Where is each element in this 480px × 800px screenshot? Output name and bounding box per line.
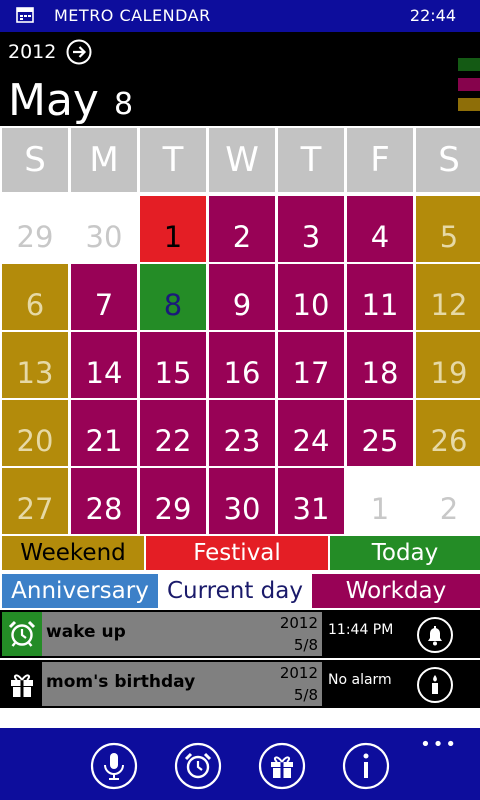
gift-icon bbox=[11, 674, 33, 697]
day-cell[interactable]: 31 bbox=[278, 468, 344, 534]
day-cell[interactable]: 28 bbox=[71, 468, 137, 534]
day-cell[interactable]: 4 bbox=[347, 196, 413, 262]
legend-workday: Workday bbox=[312, 574, 480, 608]
day-cell[interactable]: 12 bbox=[416, 264, 480, 330]
status-bar: METRO CALENDAR 22:44 bbox=[0, 0, 480, 32]
clock: 22:44 bbox=[409, 6, 456, 25]
calendar-app-icon bbox=[16, 7, 34, 23]
legend-anniversary: Anniversary bbox=[2, 574, 158, 608]
day-cell[interactable]: 26 bbox=[416, 400, 480, 466]
legend-swatch-workday bbox=[458, 78, 480, 91]
year-label: 2012 bbox=[8, 41, 57, 63]
day-cell[interactable]: 16 bbox=[209, 332, 275, 398]
day-cell[interactable]: 15 bbox=[140, 332, 206, 398]
day-cell[interactable]: 2 bbox=[209, 196, 275, 262]
day-cell[interactable]: 24 bbox=[278, 400, 344, 466]
legend-swatch-today bbox=[458, 58, 480, 71]
event-alarm-time: 11:44 PM bbox=[328, 622, 394, 638]
event-alarm-status: No alarm bbox=[328, 672, 392, 688]
legend-current-day: Current day bbox=[160, 574, 310, 608]
month-label: May bbox=[8, 75, 99, 126]
microphone-icon[interactable] bbox=[90, 742, 138, 790]
day-cell[interactable]: 29 bbox=[2, 196, 68, 262]
day-cell[interactable]: 1 bbox=[140, 196, 206, 262]
more-options-icon[interactable]: ••• bbox=[420, 734, 458, 755]
weekday-header: M bbox=[71, 128, 137, 192]
weekday-header: T bbox=[140, 128, 206, 192]
day-cell[interactable]: 14 bbox=[71, 332, 137, 398]
event-row-moms-birthday[interactable]: mom's birthday 2012 5/8 No alarm bbox=[0, 660, 480, 708]
day-cell[interactable]: 3 bbox=[278, 196, 344, 262]
legend-swatch-weekend bbox=[458, 98, 480, 111]
event-year: 2012 bbox=[279, 664, 318, 682]
day-cell[interactable]: 29 bbox=[140, 468, 206, 534]
event-icon-cell bbox=[2, 612, 42, 656]
day-cell[interactable]: 11 bbox=[347, 264, 413, 330]
calendar-header: 2012 May 8 bbox=[0, 32, 480, 126]
candle-icon[interactable] bbox=[416, 666, 454, 704]
day-cell[interactable]: 22 bbox=[140, 400, 206, 466]
day-cell[interactable]: 27 bbox=[2, 468, 68, 534]
day-cell[interactable]: 13 bbox=[2, 332, 68, 398]
legend-today: Today bbox=[330, 536, 480, 570]
bell-icon[interactable] bbox=[416, 616, 454, 654]
weekday-header: W bbox=[209, 128, 275, 192]
event-title: wake up bbox=[46, 622, 126, 642]
day-cell[interactable]: 17 bbox=[278, 332, 344, 398]
gift-icon[interactable] bbox=[258, 742, 306, 790]
day-cell[interactable]: 25 bbox=[347, 400, 413, 466]
event-date: 5/8 bbox=[293, 636, 318, 654]
alarm-clock-icon bbox=[8, 620, 36, 647]
day-cell[interactable]: 5 bbox=[416, 196, 480, 262]
app-bar: ••• bbox=[0, 728, 480, 800]
event-year: 2012 bbox=[279, 614, 318, 632]
info-icon[interactable] bbox=[342, 742, 390, 790]
app-title: METRO CALENDAR bbox=[54, 6, 211, 25]
weekday-header: S bbox=[2, 128, 68, 192]
day-cell[interactable]: 30 bbox=[71, 196, 137, 262]
day-cell[interactable]: 6 bbox=[2, 264, 68, 330]
arrow-right-circle-icon[interactable] bbox=[66, 39, 92, 65]
weekday-header: S bbox=[416, 128, 480, 192]
day-cell[interactable]: 19 bbox=[416, 332, 480, 398]
day-cell[interactable]: 23 bbox=[209, 400, 275, 466]
day-cell[interactable]: 21 bbox=[71, 400, 137, 466]
alarm-clock-icon[interactable] bbox=[174, 742, 222, 790]
day-cell[interactable]: 8 bbox=[140, 264, 206, 330]
day-cell[interactable]: 9 bbox=[209, 264, 275, 330]
event-body[interactable]: wake up 2012 5/8 bbox=[42, 612, 322, 656]
day-cell[interactable]: 7 bbox=[71, 264, 137, 330]
day-cell[interactable]: 10 bbox=[278, 264, 344, 330]
event-body[interactable]: mom's birthday 2012 5/8 bbox=[42, 662, 322, 706]
event-icon-cell bbox=[2, 662, 42, 706]
day-cell[interactable]: 20 bbox=[2, 400, 68, 466]
day-cell[interactable]: 18 bbox=[347, 332, 413, 398]
day-cell[interactable]: 1 bbox=[347, 468, 413, 534]
day-cell[interactable]: 30 bbox=[209, 468, 275, 534]
event-date: 5/8 bbox=[293, 686, 318, 704]
day-label: 8 bbox=[114, 87, 134, 122]
weekday-header: F bbox=[347, 128, 413, 192]
event-title: mom's birthday bbox=[46, 672, 196, 692]
weekday-header: T bbox=[278, 128, 344, 192]
day-cell[interactable]: 2 bbox=[416, 468, 480, 534]
legend-festival: Festival bbox=[146, 536, 328, 570]
calendar-grid: S M T W T F S 29 30 1 2 3 4 5 6 7 8 9 10 11 12 13 14 15 16 17 18 19… bbox=[0, 126, 480, 534]
event-row-wake-up[interactable]: wake up 2012 5/8 11:44 PM bbox=[0, 610, 480, 658]
legend: Weekend Festival Today Anniversary Curre… bbox=[0, 534, 480, 610]
legend-weekend: Weekend bbox=[2, 536, 144, 570]
